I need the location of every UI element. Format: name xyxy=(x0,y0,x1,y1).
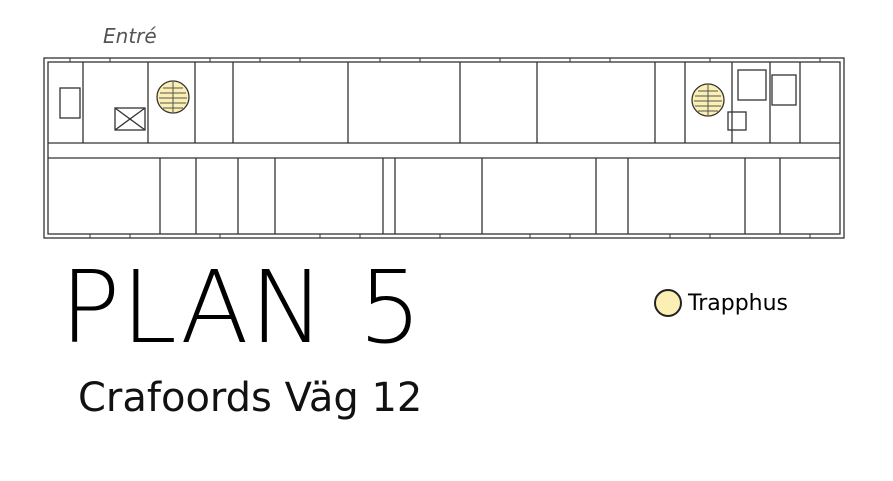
staircase-right xyxy=(691,83,725,117)
staircase-legend-icon xyxy=(654,289,682,317)
address-subtitle: Crafoords Väg 12 xyxy=(78,375,423,421)
floor-plan xyxy=(43,57,845,239)
page-title: PLAN 5 xyxy=(60,249,423,366)
staircase-left xyxy=(156,80,190,114)
legend: Trapphus xyxy=(654,289,788,317)
legend-label: Trapphus xyxy=(688,290,789,316)
